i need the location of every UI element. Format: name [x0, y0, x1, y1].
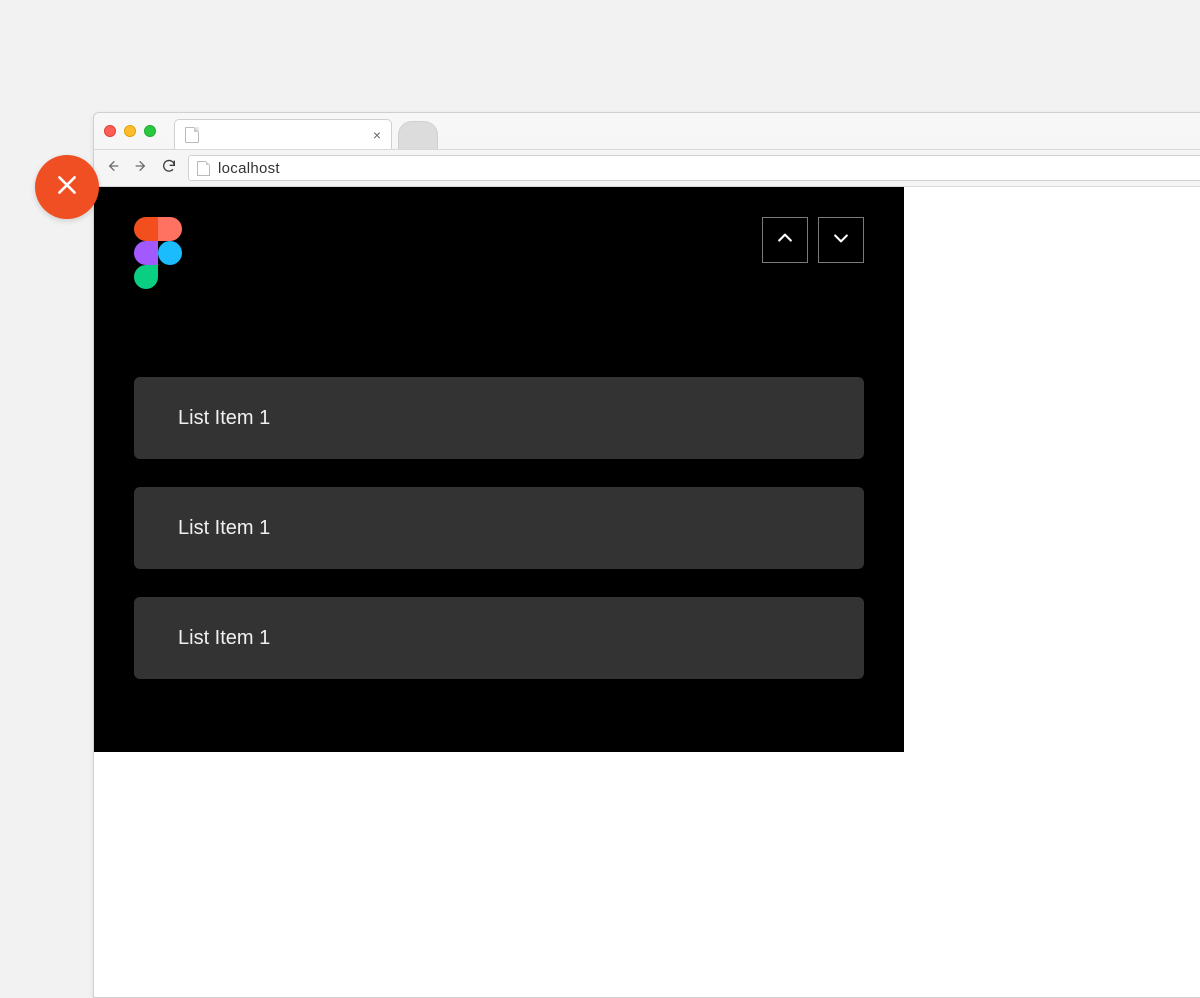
arrow-right-icon — [133, 158, 149, 179]
item-list: List Item 1 List Item 1 List Item 1 — [134, 377, 864, 679]
browser-viewport: List Item 1 List Item 1 List Item 1 — [94, 187, 1200, 997]
browser-tab[interactable]: × — [174, 119, 392, 149]
chevron-down-icon — [831, 228, 851, 253]
window-minimize-button[interactable] — [124, 125, 136, 137]
scroll-down-button[interactable] — [818, 217, 864, 263]
list-item[interactable]: List Item 1 — [134, 597, 864, 679]
arrow-left-icon — [105, 158, 121, 179]
browser-toolbar: localhost — [94, 149, 1200, 187]
window-close-button[interactable] — [104, 125, 116, 137]
browser-window: × localhost — [93, 112, 1200, 998]
list-item[interactable]: List Item 1 — [134, 487, 864, 569]
figma-logo — [134, 217, 182, 287]
scroll-up-button[interactable] — [762, 217, 808, 263]
reload-button[interactable] — [160, 159, 178, 177]
chevron-up-icon — [775, 228, 795, 253]
address-bar[interactable]: localhost — [188, 155, 1200, 181]
list-item-label: List Item 1 — [178, 517, 270, 540]
close-icon — [54, 172, 80, 203]
page-icon — [197, 161, 210, 176]
reload-icon — [161, 158, 177, 179]
panel-header — [134, 217, 864, 287]
window-zoom-button[interactable] — [144, 125, 156, 137]
close-badge-button[interactable] — [35, 155, 99, 219]
forward-button[interactable] — [132, 159, 150, 177]
arrow-button-group — [762, 217, 864, 263]
new-tab-button[interactable] — [398, 121, 438, 149]
list-item[interactable]: List Item 1 — [134, 377, 864, 459]
window-controls — [104, 125, 156, 137]
app-panel: List Item 1 List Item 1 List Item 1 — [94, 187, 904, 752]
page-icon — [185, 127, 199, 143]
tab-close-button[interactable]: × — [373, 127, 381, 143]
list-item-label: List Item 1 — [178, 627, 270, 650]
tab-strip: × — [94, 113, 1200, 149]
back-button[interactable] — [104, 159, 122, 177]
address-text: localhost — [218, 160, 280, 177]
list-item-label: List Item 1 — [178, 407, 270, 430]
